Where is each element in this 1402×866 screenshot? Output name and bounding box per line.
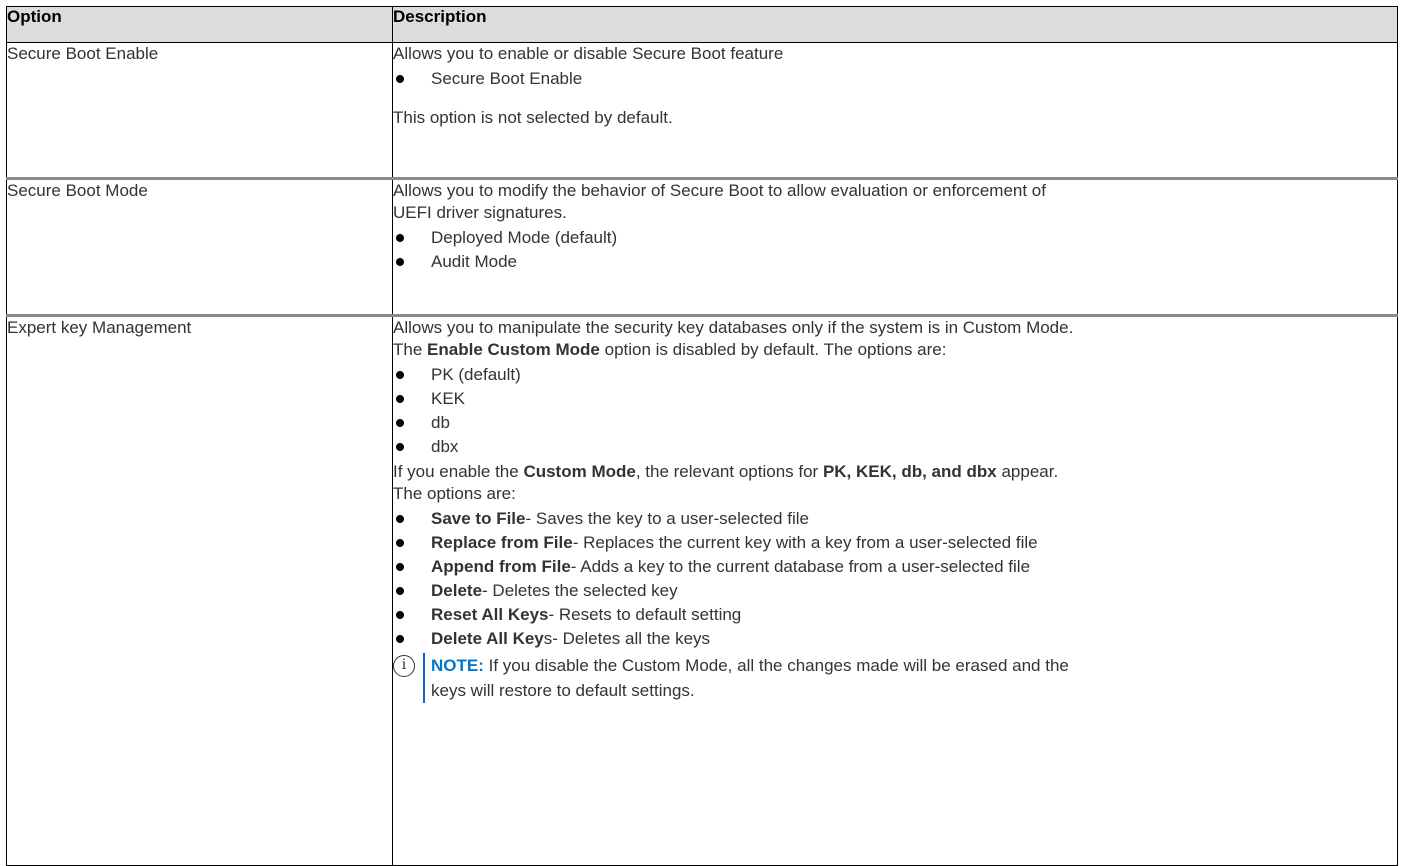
text-fragment: , the relevant options for: [635, 462, 823, 481]
option-term: Delete: [431, 581, 483, 600]
bold-term: Custom Mode: [523, 462, 636, 481]
bullet-list: Secure Boot Enable: [393, 67, 1397, 91]
option-term-desc: - Resets to default setting: [548, 605, 742, 624]
option-term-desc: s- Deletes all the keys: [543, 629, 711, 648]
list-item: Secure Boot Enable: [393, 67, 1397, 91]
option-term: Save to File: [431, 509, 526, 528]
bullet-icon: [396, 587, 404, 595]
option-name: Secure Boot Mode: [6, 177, 393, 316]
list-item: Save to File- Saves the key to a user-se…: [393, 507, 1397, 531]
bullet-icon: [396, 258, 404, 266]
custom-mode-line1: If you enable the Custom Mode, the relev…: [393, 461, 1397, 483]
list-item: dbx: [393, 435, 1397, 459]
list-item-text: KEK: [431, 389, 466, 408]
bold-term: Enable Custom Mode: [427, 340, 600, 359]
list-item: Audit Mode: [393, 250, 1397, 274]
table-row: Secure Boot Mode Allows you to modify th…: [6, 177, 1398, 316]
list-item-text: Secure Boot Enable: [431, 69, 583, 88]
bullet-list: Save to File- Saves the key to a user-se…: [393, 507, 1397, 651]
bullet-icon: [396, 443, 404, 451]
option-term: Append from File: [431, 557, 571, 576]
list-item-text: Audit Mode: [431, 252, 517, 271]
bold-term: PK, KEK, db, and dbx: [822, 462, 997, 481]
option-description: Allows you to modify the behavior of Sec…: [392, 177, 1398, 316]
table-row: Secure Boot Enable Allows you to enable …: [6, 42, 1398, 179]
list-item: Replace from File- Replaces the current …: [393, 531, 1397, 555]
option-name: Expert key Management: [6, 314, 393, 866]
list-item-text: dbx: [431, 437, 459, 456]
option-term: Delete All Key: [431, 629, 544, 648]
list-item-text: db: [431, 413, 450, 432]
description-note: This option is not selected by default.: [393, 108, 673, 127]
list-item: db: [393, 411, 1397, 435]
bullet-icon: [396, 395, 404, 403]
note-line2: keys will restore to default settings.: [431, 681, 695, 700]
description-intro-line1: Allows you to manipulate the security ke…: [393, 318, 1074, 337]
table-row: Expert key Management Allows you to mani…: [6, 314, 1398, 866]
bullet-icon: [396, 234, 404, 242]
description-intro-line2: UEFI driver signatures.: [393, 203, 567, 222]
bullet-icon: [396, 635, 404, 643]
option-term-desc: - Saves the key to a user-selected file: [525, 509, 809, 528]
custom-mode-line2: The options are:: [393, 484, 516, 503]
text-fragment: option is disabled by default. The optio…: [599, 340, 947, 359]
note-callout: i NOTE: If you disable the Custom Mode, …: [393, 653, 1397, 703]
note-label: NOTE:: [431, 656, 484, 675]
bullet-icon: [396, 563, 404, 571]
header-description: Description: [392, 6, 1398, 43]
text-fragment: If you enable the: [393, 462, 524, 481]
header-option: Option: [6, 6, 393, 43]
bullet-icon: [396, 539, 404, 547]
option-name: Secure Boot Enable: [6, 42, 393, 179]
description-intro: Allows you to enable or disable Secure B…: [393, 44, 784, 63]
text-fragment: The: [393, 340, 428, 359]
option-term-desc: - Deletes the selected key: [482, 581, 678, 600]
bullet-icon: [396, 515, 404, 523]
bullet-icon: [396, 611, 404, 619]
list-item: PK (default): [393, 363, 1397, 387]
note-line1: NOTE: If you disable the Custom Mode, al…: [431, 653, 1397, 678]
bullet-list: Deployed Mode (default) Audit Mode: [393, 226, 1397, 274]
note-text: If you disable the Custom Mode, all the …: [483, 656, 1069, 675]
list-item: KEK: [393, 387, 1397, 411]
text-fragment: appear.: [996, 462, 1059, 481]
list-item: Reset All Keys- Resets to default settin…: [393, 603, 1397, 627]
option-term: Replace from File: [431, 533, 573, 552]
list-item-text: Deployed Mode (default): [431, 228, 618, 247]
description-intro-line2: The Enable Custom Mode option is disable…: [393, 339, 1397, 361]
list-item: Deployed Mode (default): [393, 226, 1397, 250]
bullet-icon: [396, 75, 404, 83]
options-table: Option Description Secure Boot Enable Al…: [6, 6, 1398, 866]
note-accent-bar: [423, 653, 425, 703]
option-description: Allows you to enable or disable Secure B…: [392, 42, 1398, 179]
description-intro-line1: Allows you to modify the behavior of Sec…: [393, 181, 1046, 200]
option-description: Allows you to manipulate the security ke…: [392, 314, 1398, 866]
list-item: Delete All Keys- Deletes all the keys: [393, 627, 1397, 651]
table-header-row: Option Description: [6, 6, 1398, 43]
list-item: Append from File- Adds a key to the curr…: [393, 555, 1397, 579]
option-term-desc: - Adds a key to the current database fro…: [570, 557, 1031, 576]
info-circle-icon: i: [393, 655, 415, 677]
bullet-icon: [396, 419, 404, 427]
list-item-text: PK (default): [431, 365, 521, 384]
option-term-desc: - Replaces the current key with a key fr…: [572, 533, 1038, 552]
option-term: Reset All Keys: [431, 605, 549, 624]
bullet-list: PK (default) KEK db dbx: [393, 363, 1397, 459]
bullet-icon: [396, 371, 404, 379]
list-item: Delete- Deletes the selected key: [393, 579, 1397, 603]
